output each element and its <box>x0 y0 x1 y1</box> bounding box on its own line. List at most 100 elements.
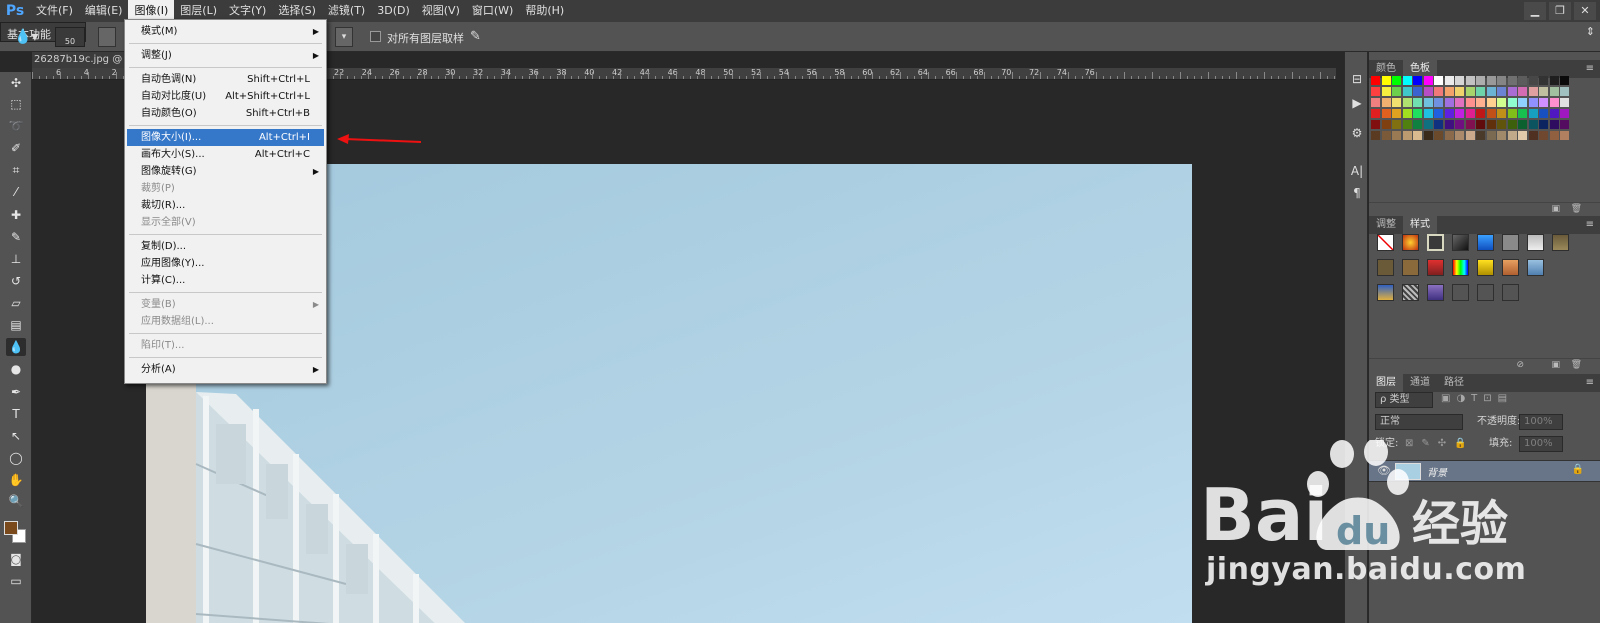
actions-panel-icon[interactable]: ▶ <box>1348 94 1366 112</box>
color-swatch[interactable] <box>1560 109 1569 118</box>
color-swatch[interactable] <box>1465 76 1475 85</box>
opacity-input[interactable]: 100% <box>1519 414 1563 430</box>
panel-menu-icon[interactable]: ≡ <box>1586 216 1594 234</box>
color-swatch[interactable] <box>1486 76 1496 85</box>
image-menu-item[interactable]: 图像大小(I)... Alt+Ctrl+I <box>127 129 324 146</box>
style-preset[interactable] <box>1452 284 1469 301</box>
brush-tool-icon[interactable]: ✎ <box>6 228 26 246</box>
color-swatch[interactable] <box>1476 87 1485 96</box>
color-swatch[interactable] <box>1476 120 1485 129</box>
color-swatch[interactable] <box>1434 98 1443 107</box>
image-menu-item[interactable]: 计算(C)... <box>127 272 324 289</box>
color-swatch[interactable] <box>1549 76 1559 85</box>
color-swatch[interactable] <box>1371 87 1380 96</box>
color-swatch[interactable] <box>1528 87 1538 96</box>
color-swatch[interactable] <box>1381 98 1391 107</box>
color-swatch[interactable] <box>1381 76 1391 85</box>
menu-window[interactable]: 窗口(W) <box>466 0 519 22</box>
sample-dropdown-arrow-icon[interactable]: ▾ <box>335 27 353 47</box>
color-swatch[interactable] <box>1539 87 1548 96</box>
color-swatch[interactable] <box>1465 120 1475 129</box>
character-panel-icon[interactable]: A| <box>1348 162 1366 180</box>
close-button[interactable]: ✕ <box>1574 2 1596 20</box>
style-preset[interactable] <box>1427 259 1444 276</box>
color-swatch[interactable] <box>1486 98 1496 107</box>
layer-kind-filter[interactable]: ρ 类型 <box>1375 392 1433 408</box>
color-swatch[interactable] <box>1392 131 1401 140</box>
menu-view[interactable]: 视图(V) <box>416 0 466 22</box>
color-swatch[interactable] <box>1539 98 1548 107</box>
color-swatch[interactable] <box>1486 131 1496 140</box>
ellipse-tool-icon[interactable]: ◯ <box>6 449 26 467</box>
style-preset[interactable] <box>1527 259 1544 276</box>
color-swatch[interactable] <box>1413 76 1422 85</box>
color-swatch[interactable] <box>1413 87 1422 96</box>
color-swatch[interactable] <box>1486 120 1496 129</box>
color-swatch[interactable] <box>1518 76 1527 85</box>
fill-input[interactable]: 100% <box>1519 436 1563 452</box>
styles-grid[interactable] <box>1377 234 1569 314</box>
clone-stamp-tool-icon[interactable]: ⊥ <box>6 250 26 268</box>
color-swatch[interactable] <box>1465 131 1475 140</box>
color-swatch[interactable] <box>1434 120 1443 129</box>
color-swatch[interactable] <box>1497 76 1506 85</box>
color-swatch[interactable] <box>1549 98 1559 107</box>
quick-select-tool-icon[interactable]: ✐ <box>6 139 26 157</box>
eraser-tool-icon[interactable]: ▱ <box>6 294 26 312</box>
color-swatch[interactable] <box>1402 76 1412 85</box>
color-swatch[interactable] <box>1507 76 1517 85</box>
pen-tool-icon[interactable]: ✒ <box>6 383 26 401</box>
gradient-tool-icon[interactable]: ▤ <box>6 316 26 334</box>
image-menu-item[interactable]: 自动颜色(O) Shift+Ctrl+B <box>127 105 324 122</box>
image-menu-item[interactable]: 分析(A) ▶ <box>127 361 324 378</box>
color-swatch[interactable] <box>1434 76 1443 85</box>
healing-brush-tool-icon[interactable]: ✚ <box>6 206 26 224</box>
blend-mode-select[interactable]: 正常 <box>1375 414 1463 430</box>
marquee-tool-icon[interactable]: ⬚ <box>6 95 26 113</box>
color-swatch[interactable] <box>1539 120 1548 129</box>
menu-filter[interactable]: 滤镜(T) <box>322 0 371 22</box>
color-swatch[interactable] <box>1465 98 1475 107</box>
color-swatch[interactable] <box>1392 120 1401 129</box>
style-preset[interactable] <box>1377 284 1394 301</box>
style-preset[interactable] <box>1477 284 1494 301</box>
color-swatch[interactable] <box>1560 120 1569 129</box>
color-swatch[interactable] <box>1549 109 1559 118</box>
tab-styles[interactable]: 样式 <box>1403 216 1437 234</box>
image-menu-item[interactable]: 模式(M) ▶ <box>127 23 324 40</box>
layer-row-background[interactable]: 👁 背景 🔒 <box>1369 460 1600 482</box>
menu-file[interactable]: 文件(F) <box>30 0 79 22</box>
color-swatch[interactable] <box>1560 98 1569 107</box>
color-swatch[interactable] <box>1371 98 1380 107</box>
color-swatch[interactable] <box>1371 76 1380 85</box>
color-swatch[interactable] <box>1507 87 1517 96</box>
dodge-tool-icon[interactable]: ● <box>6 360 26 378</box>
pressure-icon[interactable]: ✎ <box>470 27 488 47</box>
style-preset[interactable] <box>1377 234 1394 251</box>
move-tool-icon[interactable]: ✣ <box>6 74 26 92</box>
color-swatch[interactable] <box>1423 76 1433 85</box>
color-swatch[interactable] <box>1444 120 1454 129</box>
clear-style-icon[interactable]: ⊘ <box>1516 360 1524 370</box>
style-preset[interactable] <box>1402 259 1419 276</box>
color-swatch[interactable] <box>1413 131 1422 140</box>
color-swatch[interactable] <box>1381 131 1391 140</box>
paragraph-panel-icon[interactable]: ¶ <box>1348 184 1366 202</box>
path-selection-tool-icon[interactable]: ↖ <box>6 427 26 445</box>
color-swatch[interactable] <box>1539 109 1548 118</box>
sample-all-layers-checkbox[interactable] <box>370 31 381 42</box>
tab-adjustments[interactable]: 调整 <box>1369 216 1403 234</box>
color-swatch[interactable] <box>1518 131 1527 140</box>
color-swatch[interactable] <box>1381 109 1391 118</box>
style-preset[interactable] <box>1402 234 1419 251</box>
style-preset[interactable] <box>1502 234 1519 251</box>
color-swatch[interactable] <box>1518 120 1527 129</box>
color-swatch[interactable] <box>1497 87 1506 96</box>
image-menu-item[interactable]: 应用图像(Y)... <box>127 255 324 272</box>
color-swatch[interactable] <box>1549 131 1559 140</box>
color-swatch[interactable] <box>1402 109 1412 118</box>
color-swatch[interactable] <box>1507 98 1517 107</box>
quick-mask-icon[interactable]: ◙ <box>6 550 26 568</box>
color-swatch[interactable] <box>1497 98 1506 107</box>
blur-tool-icon[interactable]: 💧 <box>6 338 26 356</box>
